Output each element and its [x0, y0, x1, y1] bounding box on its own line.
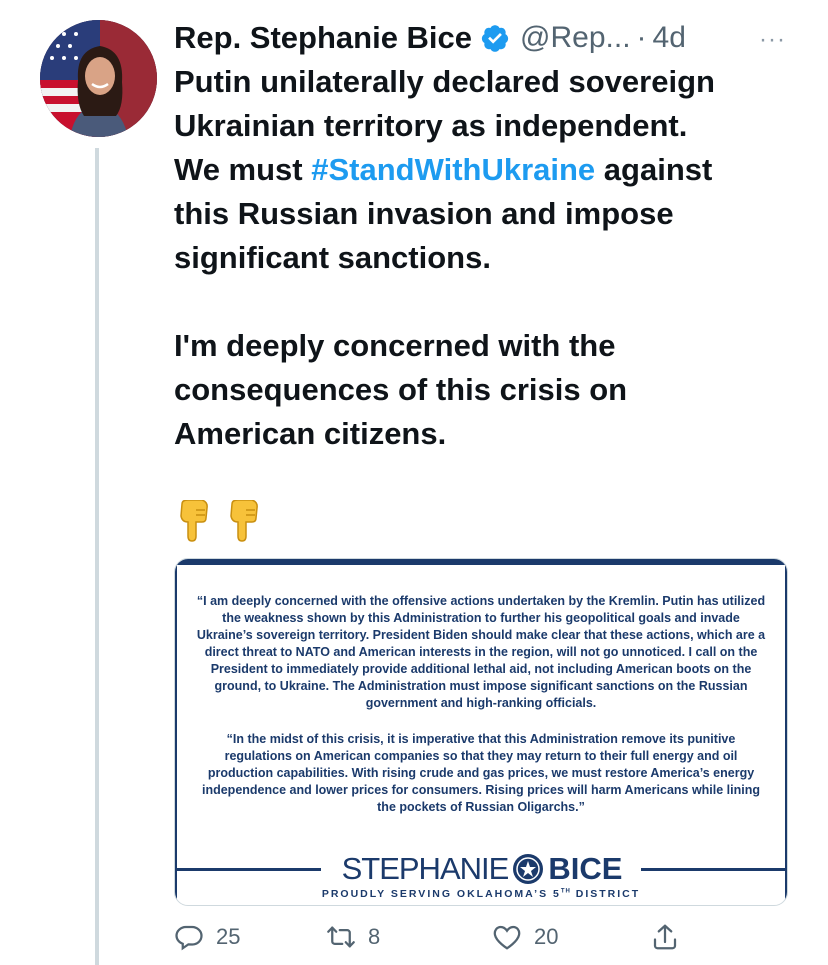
seal-icon — [513, 854, 544, 884]
text-fragment: against — [595, 152, 713, 187]
tweet-header: Rep. Stephanie Bice @Rep... · 4d ··· — [174, 18, 794, 58]
text-line: I'm deeply concerned with the — [174, 328, 616, 363]
author-name[interactable]: Rep. Stephanie Bice — [174, 20, 472, 56]
signature-rule — [641, 868, 787, 871]
like-icon — [493, 925, 521, 950]
author-handle[interactable]: @Rep... — [520, 21, 631, 55]
text-line: Putin unilaterally declared sovereign — [174, 64, 715, 99]
reply-button[interactable]: 25 — [174, 922, 240, 952]
pointing-down-icon — [230, 500, 258, 542]
separator-dot: · — [636, 21, 647, 54]
verified-badge-icon — [481, 25, 509, 52]
more-icon[interactable]: ··· — [759, 26, 786, 54]
signature-last-name: BICE — [548, 851, 623, 886]
retweet-button[interactable]: 8 — [326, 922, 380, 952]
signature-first-name: STEPHANIE — [341, 851, 510, 886]
text-line: We must #StandWithUkraine against — [174, 148, 794, 192]
pointing-down-icon — [180, 500, 208, 542]
share-button[interactable] — [650, 922, 680, 952]
share-icon — [653, 924, 677, 950]
like-button[interactable]: 20 — [492, 922, 558, 952]
text-fragment: We must — [174, 152, 312, 187]
profile-photo — [40, 20, 157, 137]
text-line: Ukrainian territory as independent. — [174, 108, 688, 143]
like-count: 20 — [534, 924, 559, 949]
tweet-actions: 25 8 20 — [174, 922, 794, 962]
tagline-text: PROUDLY SERVING OKLAHOMA’S 5 — [321, 888, 561, 900]
statement-quote-1: “I am deeply concerned with the offensiv… — [196, 594, 766, 710]
text-line: significant sanctions. — [174, 240, 491, 275]
statement-quote-2: “In the midst of this crisis, it is impe… — [201, 732, 761, 814]
text-line: American citizens. — [174, 416, 447, 451]
retweet-count: 8 — [368, 924, 381, 949]
reply-icon — [175, 925, 203, 951]
text-line: consequences of this crisis on — [174, 372, 628, 407]
reply-count: 25 — [216, 924, 241, 949]
signature-logo: STEPHANIE BICE — [325, 851, 639, 887]
signature-rule — [175, 868, 321, 871]
text-line: this Russian invasion and impose — [174, 196, 674, 231]
pointing-down-emojis: 👇👇 — [176, 500, 262, 542]
hashtag-link[interactable]: #StandWithUkraine — [311, 152, 595, 187]
retweet-icon — [327, 926, 355, 948]
tweet-text: Putin unilaterally declared sovereign Uk… — [174, 60, 794, 456]
tagline-superscript: TH — [560, 888, 571, 895]
tagline-text: DISTRICT — [570, 888, 641, 900]
timestamp[interactable]: 4d — [653, 21, 686, 55]
thread-line — [95, 148, 99, 965]
attached-image[interactable]: “I am deeply concerned with the offensiv… — [174, 558, 788, 906]
signature-tagline: PROUDLY SERVING OKLAHOMA’S 5TH DISTRICT — [175, 888, 787, 900]
avatar[interactable] — [40, 20, 157, 137]
